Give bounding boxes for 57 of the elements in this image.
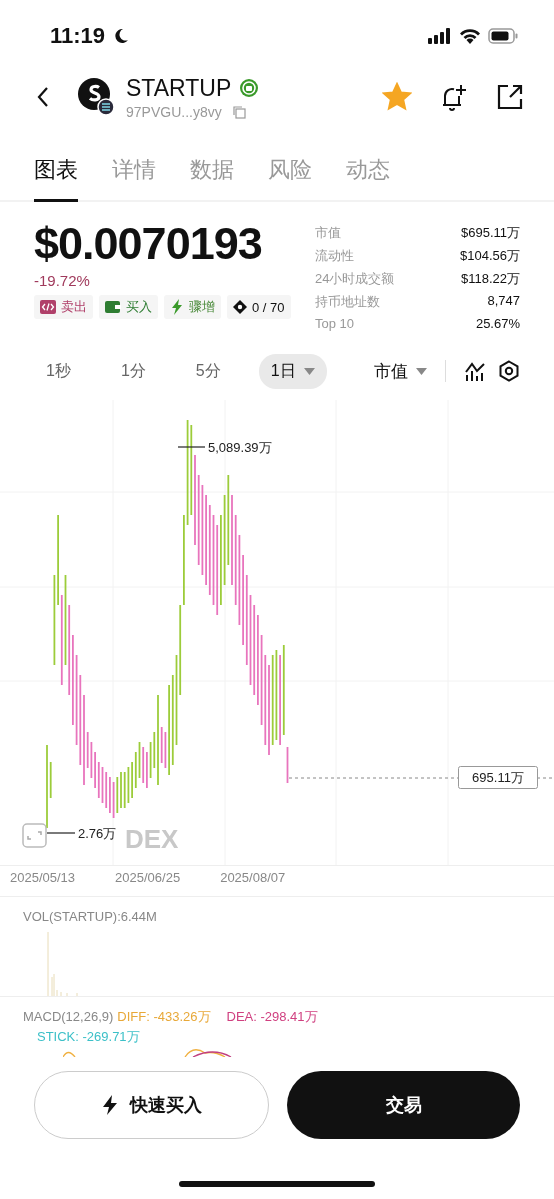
date-label: 2025/06/25 (115, 870, 181, 887)
macd-label: MACD(12,26,9) (23, 1009, 114, 1024)
low-label: 2.76万 (78, 826, 117, 841)
code-icon (40, 300, 56, 314)
lightning-icon[interactable] (101, 1095, 118, 1115)
stat-value: $104.56万 (460, 247, 520, 265)
wifi-icon (459, 28, 481, 44)
metric-dropdown[interactable]: 市值 (374, 359, 427, 383)
caret-icon[interactable] (416, 367, 427, 375)
stat-value: $118.22万 (460, 270, 520, 288)
stat-value: $695.11万 (460, 224, 520, 242)
macd-dea: DEA: -298.41万 (226, 1009, 318, 1024)
stat-value: 8,747 (487, 293, 520, 310)
target-tag[interactable]: 0 / 70 (227, 295, 291, 319)
token-name: STARTUP (126, 74, 232, 102)
stat-label: Top 10 (315, 316, 355, 331)
signal-icon (428, 28, 452, 44)
date-label: 2025/08/07 (220, 870, 286, 887)
settings-icon[interactable] (498, 360, 520, 382)
stat-label: 持币地址数 (315, 293, 380, 311)
target-icon (233, 300, 247, 314)
verified-badge-icon (239, 78, 260, 98)
trade-button[interactable]: 交易 (287, 1071, 520, 1139)
lightning-icon (170, 299, 184, 315)
high-label: 5,089.39万 (208, 440, 272, 455)
caret-icon[interactable] (303, 367, 315, 375)
token-logo-icon (78, 78, 114, 116)
tab[interactable]: 图表 (34, 155, 78, 202)
share-icon[interactable] (496, 83, 524, 111)
sell-tag[interactable]: 卖出 (34, 295, 93, 319)
price-change: -19.72% (34, 272, 91, 289)
surge-tag[interactable]: 骤增 (164, 295, 221, 319)
interval-tab[interactable]: 1分 (108, 353, 158, 389)
leader-line (177, 446, 206, 448)
stat-label: 流动性 (315, 247, 354, 265)
indicator-icon[interactable] (464, 360, 486, 382)
interval-tab[interactable]: 5分 (183, 353, 233, 389)
token-address: 97PVGU...y8vy (126, 103, 222, 120)
interval-tab[interactable]: 1秒 (34, 353, 83, 389)
interval-tab[interactable]: 1日 (258, 353, 327, 389)
stat-value: 25.67% (475, 316, 520, 331)
leader-line (46, 832, 76, 834)
quick-buy-button[interactable]: 快速买入 (34, 1071, 269, 1139)
volume-bars-drawing (47, 932, 78, 996)
price-value: $0.0070193 (34, 218, 263, 270)
macd-diff: DIFF: -433.26万 (117, 1009, 211, 1024)
last-price-label: 695.11万 (458, 766, 538, 789)
volume-label: VOL(STARTUP):6.44M (23, 909, 158, 924)
stat-label: 24小时成交额 (315, 270, 395, 288)
battery-icon (488, 28, 518, 44)
macd-stick: STICK: -269.71万 (37, 1028, 140, 1046)
favorite-star-icon[interactable] (382, 82, 412, 112)
status-time: 11:19 (50, 23, 106, 49)
date-label: 2025/05/13 (10, 870, 76, 887)
stat-label: 市值 (315, 224, 341, 242)
wallet-icon (105, 300, 121, 314)
buy-tag[interactable]: 买入 (99, 295, 158, 319)
